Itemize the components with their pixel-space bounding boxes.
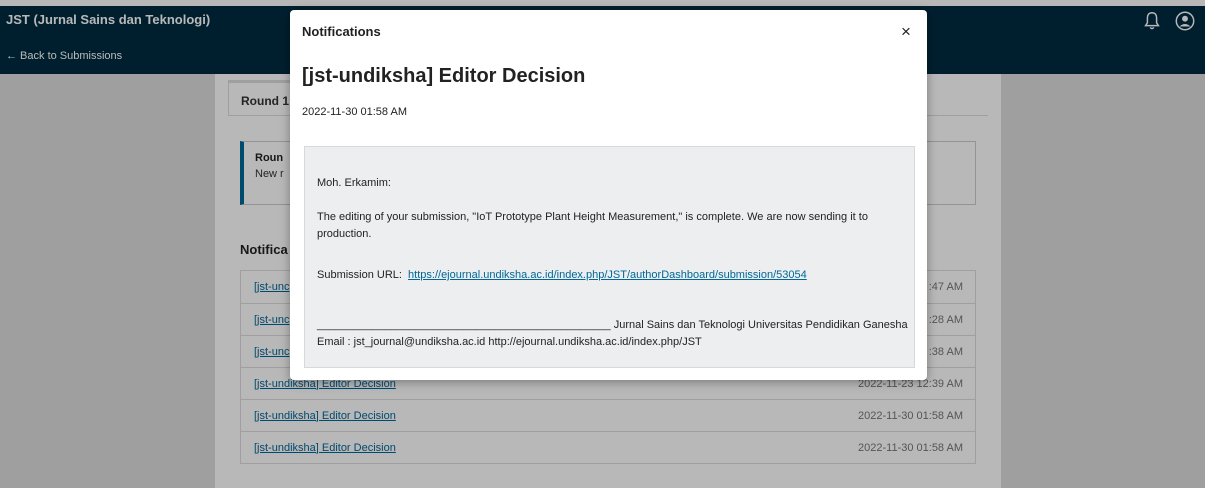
notification-date: 2022-11-30 01:58 AM <box>302 106 407 118</box>
submission-url-link[interactable]: https://ejournal.undiksha.ac.id/index.ph… <box>408 269 807 281</box>
submission-url-line: Submission URL: https://ejournal.undiksh… <box>317 267 807 284</box>
email-message: The editing of your submission, "IoT Pro… <box>317 211 868 240</box>
submission-url-label: Submission URL: <box>317 269 402 281</box>
notification-modal: Notifications × [jst-undiksha] Editor De… <box>290 10 927 380</box>
modal-header: Notifications <box>302 24 381 39</box>
email-greeting: Moh. Erkamim: <box>317 177 391 189</box>
email-signature: ________________________________________… <box>317 319 908 348</box>
close-button[interactable]: × <box>896 22 916 42</box>
notification-title: [jst-undiksha] Editor Decision <box>302 65 586 87</box>
email-body: Moh. Erkamim: The editing of your submis… <box>304 146 915 368</box>
